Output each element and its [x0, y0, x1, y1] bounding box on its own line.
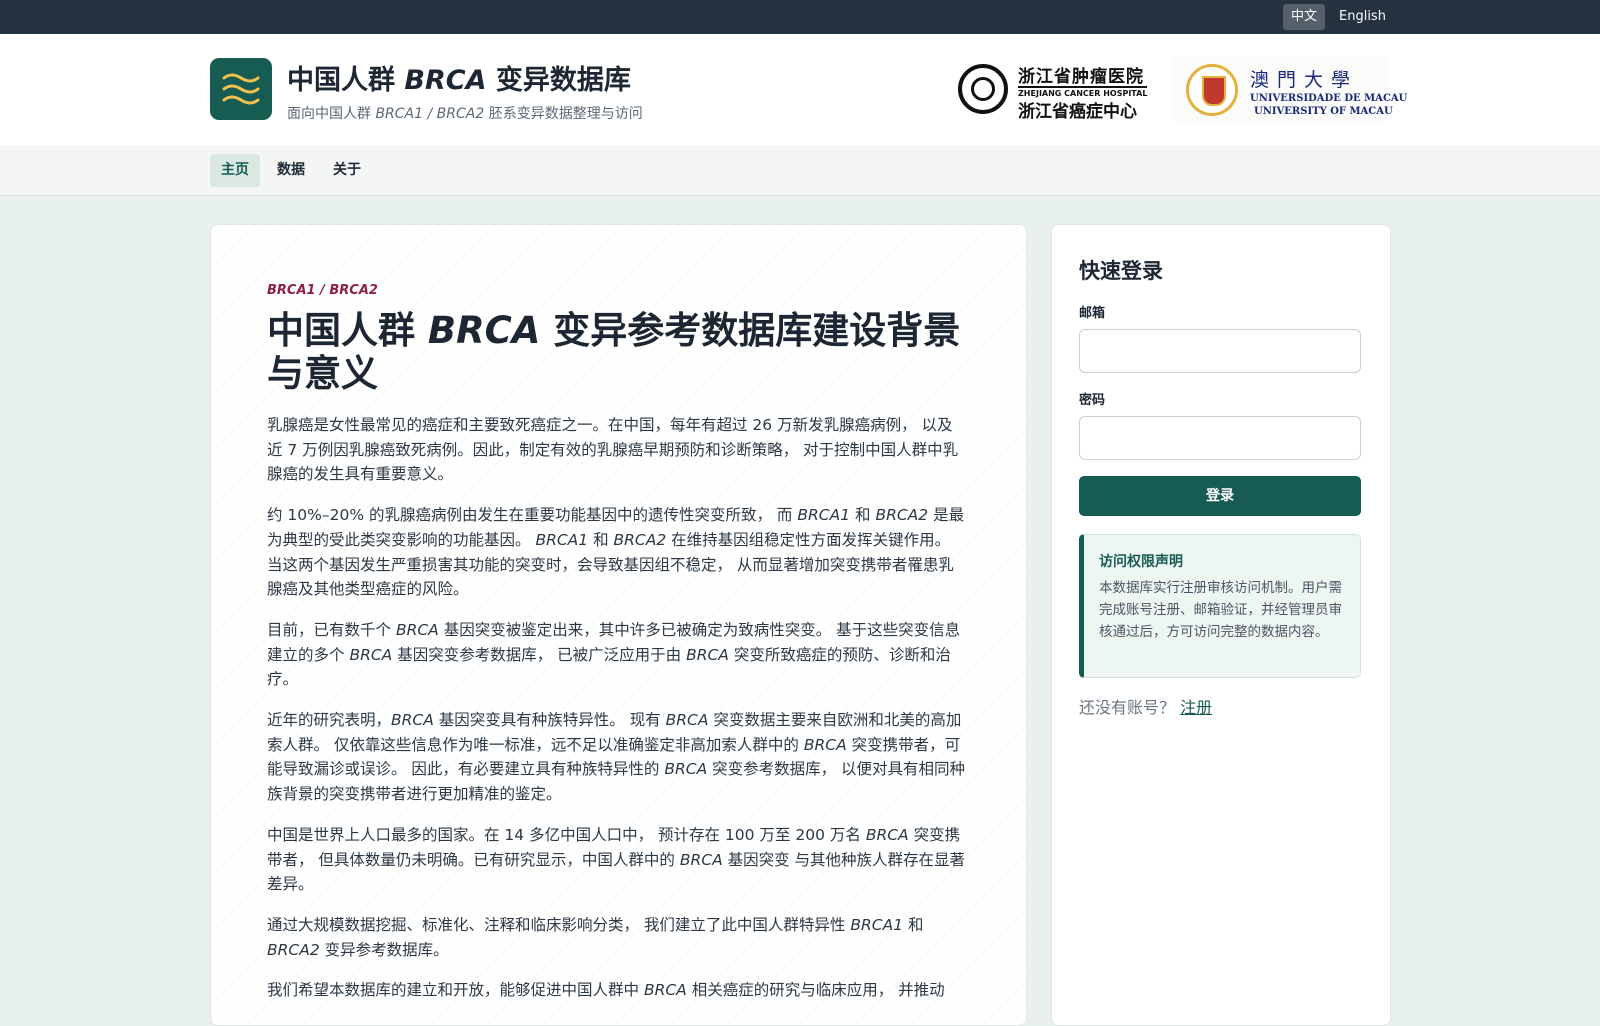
quick-login-panel: 快速登录 邮箱 密码 登录 访问权限声明 本数据库实行注册审核访问机制。用户需完… — [1051, 224, 1391, 1026]
notice-title: 访问权限声明 — [1099, 554, 1183, 570]
lang-en-button[interactable]: English — [1331, 4, 1394, 30]
email-field[interactable] — [1079, 329, 1361, 373]
nav-about[interactable]: 关于 — [322, 154, 372, 187]
login-button[interactable]: 登录 — [1079, 476, 1361, 516]
article-paragraph: 我们希望本数据库的建立和开放，能够促进中国人群中 BRCA 相关癌症的研究与临床… — [267, 981, 945, 1000]
password-field[interactable] — [1079, 416, 1361, 460]
main-nav: 主页 数据 关于 — [0, 146, 1600, 196]
notice-body: 本数据库实行注册审核访问机制。用户需完成账号注册、邮箱验证，并经管理员审核通过后… — [1099, 580, 1342, 640]
register-prompt: 还没有账号？ 注册 — [1079, 698, 1213, 717]
article-paragraph: 约 10%–20% 的乳腺癌病例由发生在重要功能基因中的遗传性突变所致， 而 B… — [267, 506, 965, 599]
university-crest-icon — [1186, 64, 1238, 116]
password-label: 密码 — [1079, 393, 1106, 408]
article-paragraph: 通过大规模数据挖掘、标准化、注释和临床影响分类， 我们建立了此中国人群特异性 B… — [267, 915, 924, 959]
article-paragraph: 目前，已有数千个 BRCA 基因突变被鉴定出来，其中许多已被确定为致病性突变。 … — [267, 620, 961, 689]
hospital-seal-icon — [958, 64, 1008, 114]
zhejiang-cancer-hospital-logo[interactable]: 浙江省肿瘤医院 ZHEJIANG CANCER HOSPITAL 浙江省癌症中心 — [956, 58, 1148, 122]
email-label: 邮箱 — [1079, 306, 1106, 321]
university-of-macau-logo[interactable]: 澳門大學 UNIVERSIDADE DE MACAU UNIVERSITY OF… — [1172, 56, 1407, 122]
register-link[interactable]: 注册 — [1180, 698, 1212, 717]
login-title: 快速登录 — [1079, 259, 1163, 283]
article-paragraph: 中国是世界上人口最多的国家。在 14 多亿中国人口中， 预计存在 100 万至 … — [267, 825, 966, 894]
nav-home[interactable]: 主页 — [210, 154, 260, 187]
language-bar: 中文 English — [0, 0, 1600, 34]
article-title: 中国人群 BRCA 变异参考数据库建设背景与意义 — [267, 309, 961, 395]
access-notice: 访问权限声明 本数据库实行注册审核访问机制。用户需完成账号注册、邮箱验证，并经管… — [1079, 534, 1361, 678]
article-body: 乳腺癌是女性最常见的癌症和主要致死癌症之一。在中国，每年有超过 26 万新发乳腺… — [267, 413, 967, 1019]
article-paragraph: 乳腺癌是女性最常见的癌症和主要致死癌症之一。在中国，每年有超过 26 万新发乳腺… — [267, 416, 959, 484]
article-paragraph: 近年的研究表明，BRCA 基因突变具有种族特异性。 现有 BRCA 突变数据主要… — [267, 711, 966, 804]
site-subtitle: 面向中国人群 BRCA1 / BRCA2 胚系变异数据整理与访问 — [287, 106, 643, 122]
wave-logo-icon[interactable] — [210, 58, 272, 120]
background-article: BRCA1 / BRCA2 中国人群 BRCA 变异参考数据库建设背景与意义 乳… — [210, 224, 1027, 1026]
site-title[interactable]: 中国人群 BRCA 变异数据库 — [287, 58, 631, 97]
article-kicker: BRCA1 / BRCA2 — [267, 283, 378, 298]
site-header: 中国人群 BRCA 变异数据库 面向中国人群 BRCA1 / BRCA2 胚系变… — [0, 34, 1600, 147]
nav-data[interactable]: 数据 — [266, 154, 316, 187]
lang-zh-button[interactable]: 中文 — [1283, 4, 1326, 30]
